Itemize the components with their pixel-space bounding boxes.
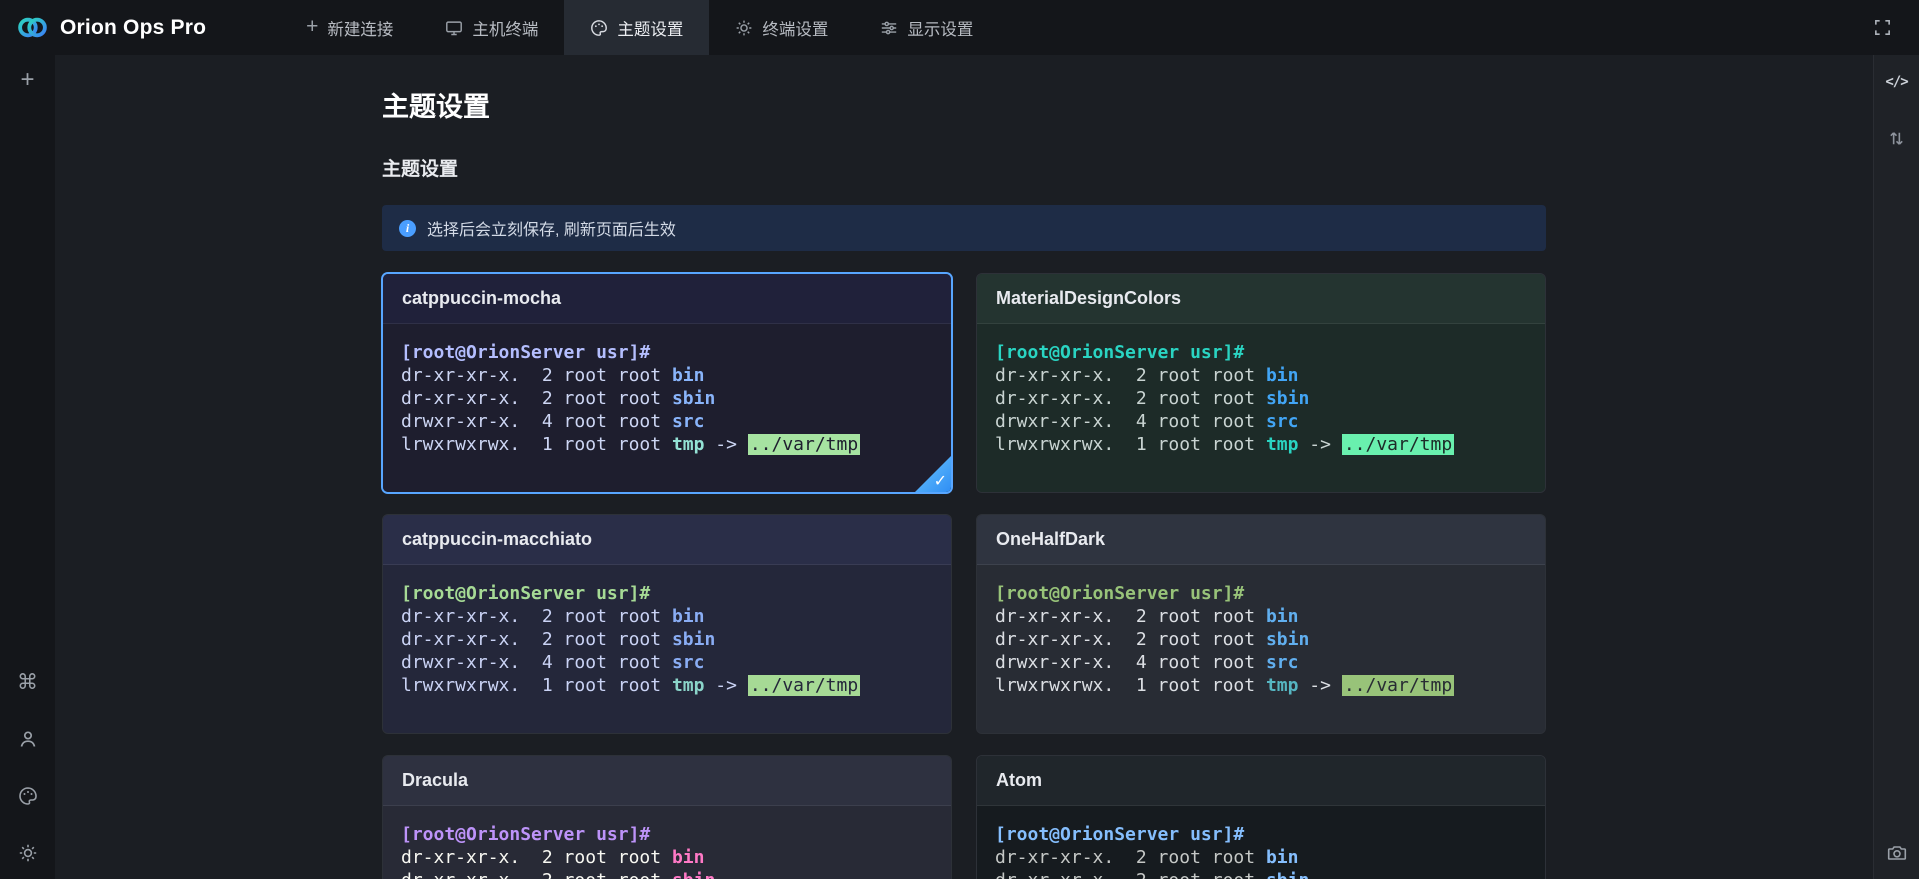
nav-item-label: 显示设置: [907, 16, 973, 40]
nav-item-host-terminal[interactable]: 主机终端: [419, 0, 564, 55]
theme-card[interactable]: Dracula [root@OrionServer usr]#dr-xr-xr-…: [382, 755, 952, 879]
nav-item-label: 终端设置: [762, 16, 828, 40]
brand: Orion Ops Pro: [0, 0, 228, 55]
theme-card[interactable]: catppuccin-mocha [root@OrionServer usr]#…: [382, 273, 952, 493]
main-content: 主题设置 主题设置 i 选择后会立刻保存, 刷新页面后生效 catppuccin…: [55, 55, 1873, 879]
gear-icon: [735, 19, 753, 37]
terminal-preview: [root@OrionServer usr]#dr-xr-xr-x. 2 roo…: [977, 324, 1545, 492]
nav-item-new-connection[interactable]: + 新建连接: [280, 0, 419, 55]
alert-text: 选择后会立刻保存, 刷新页面后生效: [427, 216, 676, 240]
page-title: 主题设置: [382, 91, 1546, 123]
main-nav: + 新建连接 主机终端 主题设置: [280, 0, 999, 55]
terminal-preview: [root@OrionServer usr]#dr-xr-xr-x. 2 roo…: [383, 806, 951, 879]
terminal-preview: [root@OrionServer usr]#dr-xr-xr-x. 2 roo…: [383, 565, 951, 733]
new-tab-icon[interactable]: +: [16, 68, 40, 92]
terminal-preview: [root@OrionServer usr]#dr-xr-xr-x. 2 roo…: [977, 806, 1545, 879]
terminal-preview: [root@OrionServer usr]#dr-xr-xr-x. 2 roo…: [977, 565, 1545, 733]
app-logo-icon: [16, 11, 49, 44]
left-sidebar: + ⌘: [0, 55, 55, 879]
app-title: Orion Ops Pro: [60, 16, 206, 40]
section-title: 主题设置: [382, 159, 1546, 181]
check-icon: ✓: [934, 474, 947, 490]
theme-card-title: catppuccin-macchiato: [383, 515, 951, 565]
theme-card-title: Dracula: [383, 756, 951, 806]
terminal-monitor-icon: [445, 19, 463, 37]
nav-item-label: 主题设置: [617, 16, 683, 40]
right-sidebar: </>: [1873, 55, 1919, 879]
nav-item-terminal-settings[interactable]: 终端设置: [709, 0, 854, 55]
theme-card-title: catppuccin-mocha: [383, 274, 951, 324]
theme-card-title: OneHalfDark: [977, 515, 1545, 565]
theme-grid: catppuccin-mocha [root@OrionServer usr]#…: [382, 273, 1546, 879]
nav-item-label: 主机终端: [472, 16, 538, 40]
sort-arrows-icon[interactable]: [1885, 126, 1909, 150]
nav-item-display-settings[interactable]: 显示设置: [854, 0, 999, 55]
code-panel-icon[interactable]: </>: [1885, 70, 1909, 94]
theme-palette-icon[interactable]: [16, 784, 40, 808]
navbar-right: [1865, 0, 1919, 55]
settings-container: 主题设置 主题设置 i 选择后会立刻保存, 刷新页面后生效 catppuccin…: [382, 55, 1546, 879]
nav-item-label: 新建连接: [327, 16, 393, 40]
theme-card-title: MaterialDesignColors: [977, 274, 1545, 324]
settings-gear-icon[interactable]: [16, 841, 40, 865]
theme-card[interactable]: MaterialDesignColors [root@OrionServer u…: [976, 273, 1546, 493]
top-navbar: Orion Ops Pro + 新建连接 主机终端: [0, 0, 1919, 55]
theme-card[interactable]: catppuccin-macchiato [root@OrionServer u…: [382, 514, 952, 734]
theme-palette-icon: [590, 19, 608, 37]
screenshot-camera-icon[interactable]: [1885, 841, 1909, 865]
info-icon: i: [399, 220, 416, 237]
fullscreen-icon[interactable]: [1865, 11, 1899, 45]
command-palette-icon[interactable]: ⌘: [16, 670, 40, 694]
theme-card[interactable]: Atom [root@OrionServer usr]#dr-xr-xr-x. …: [976, 755, 1546, 879]
sidebar-bottom-icons: ⌘: [16, 670, 40, 865]
terminal-preview: [root@OrionServer usr]#dr-xr-xr-x. 2 roo…: [383, 324, 951, 492]
theme-card[interactable]: OneHalfDark [root@OrionServer usr]#dr-xr…: [976, 514, 1546, 734]
info-alert: i 选择后会立刻保存, 刷新页面后生效: [382, 205, 1546, 251]
nav-item-theme-settings[interactable]: 主题设置: [564, 0, 709, 55]
plus-icon: +: [306, 16, 318, 37]
theme-card-title: Atom: [977, 756, 1545, 806]
sliders-icon: [880, 19, 898, 37]
user-icon[interactable]: [16, 727, 40, 751]
